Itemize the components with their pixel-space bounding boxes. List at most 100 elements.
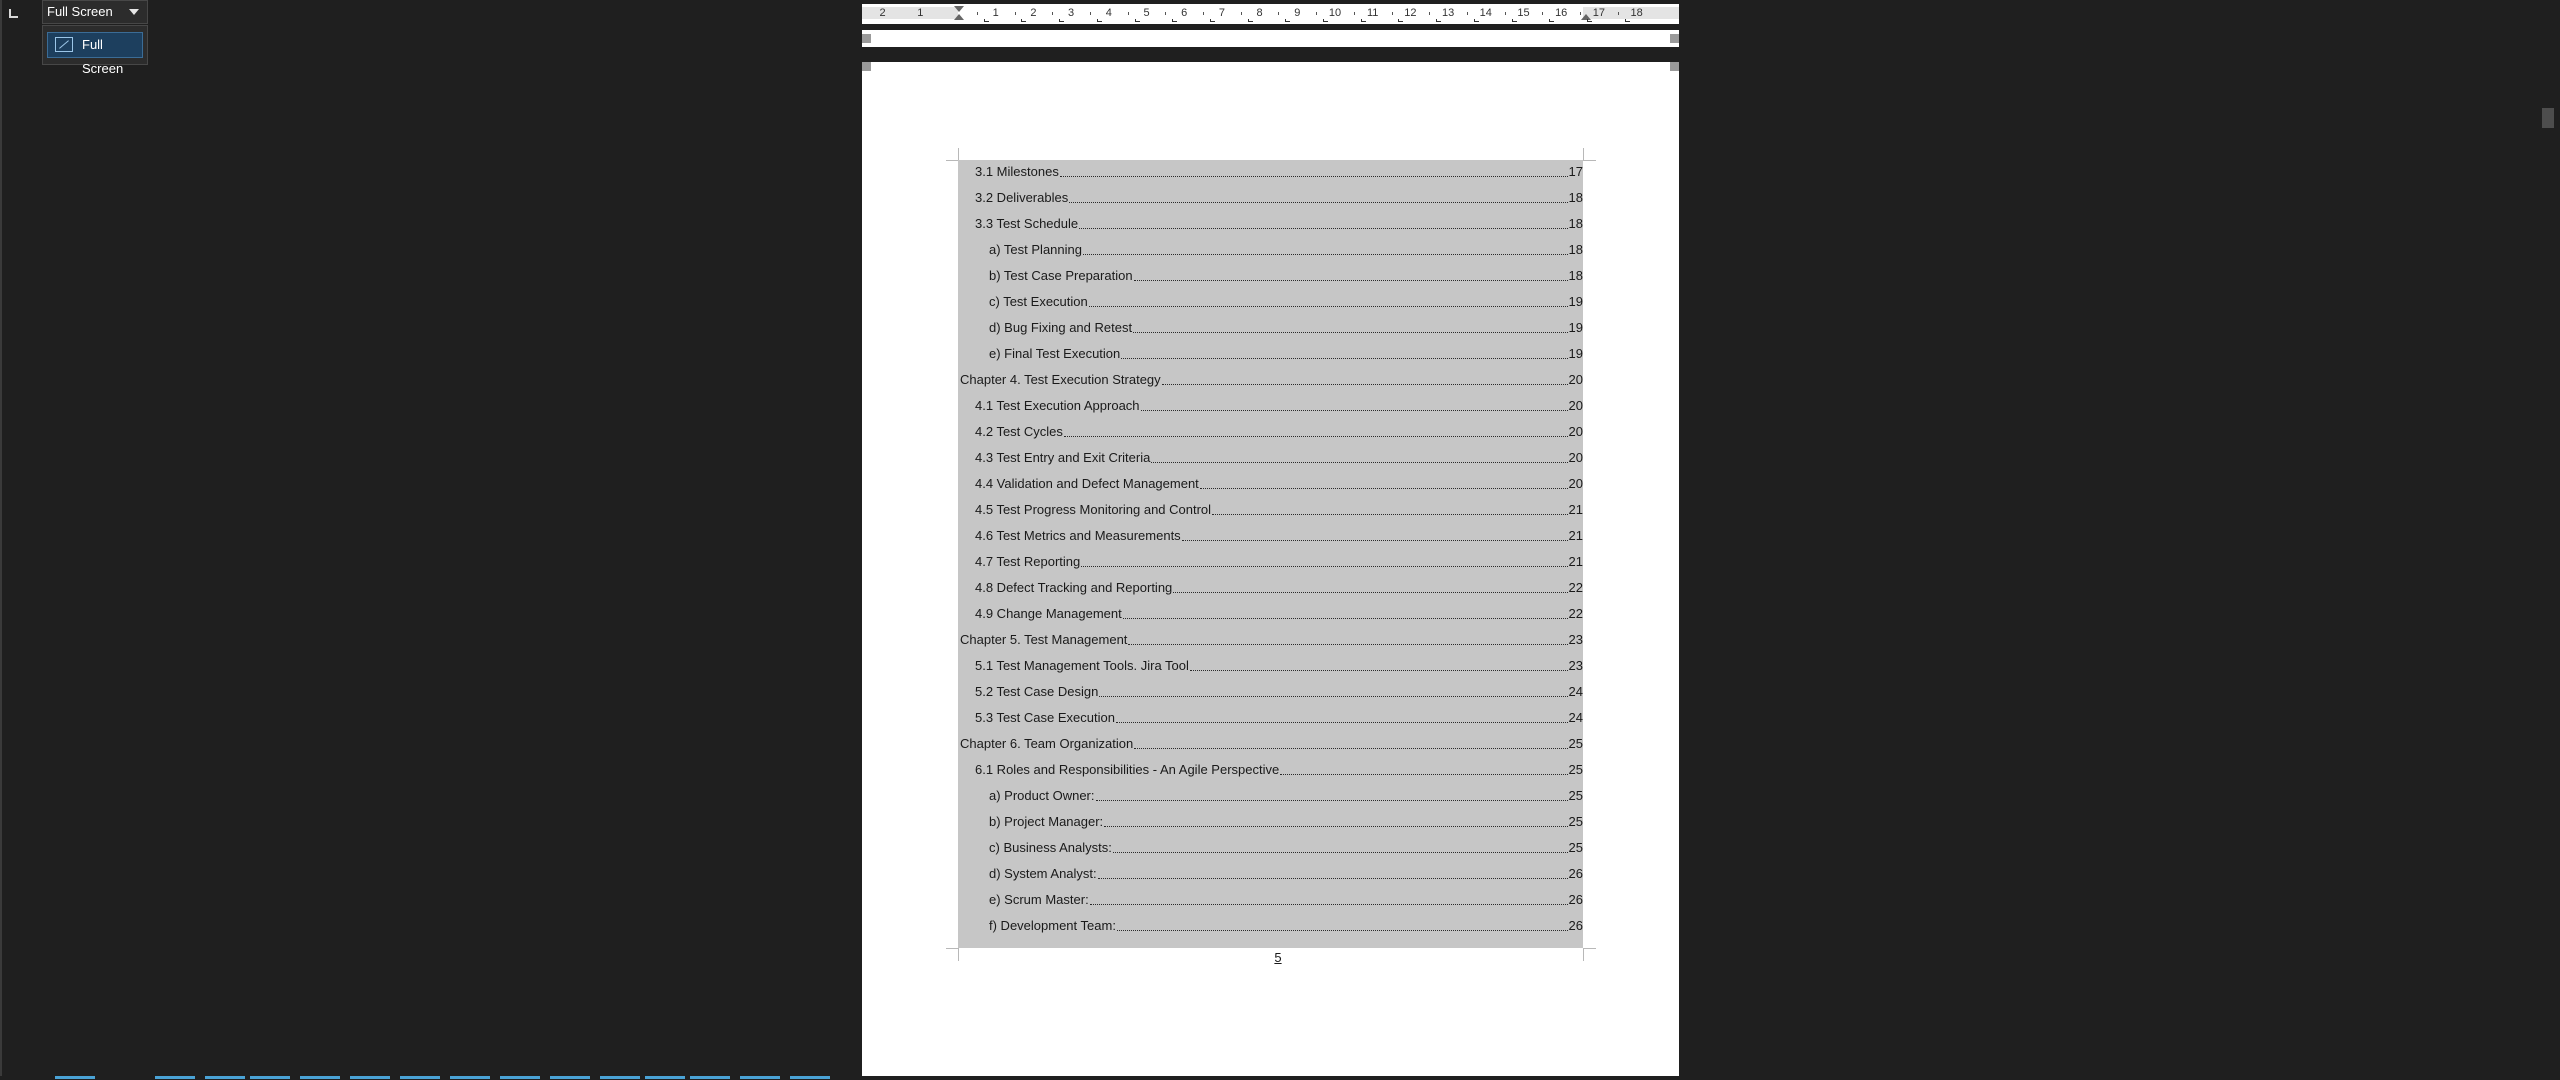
toc-entry[interactable]: 5.3 Test Case Execution 24 [958,706,1583,726]
ruler-tick [1429,12,1431,15]
toc-entry[interactable]: 3.3 Test Schedule 18 [958,212,1583,232]
ruler-tab-stop[interactable] [1059,19,1065,22]
toc-entry[interactable]: e) Scrum Master: 26 [958,888,1583,908]
left-indent-marker[interactable] [954,6,964,20]
ruler-tab-stop[interactable] [1209,19,1215,22]
toc-entry-title: 5.1 Test Management Tools. Jira Tool [975,658,1189,673]
taskbar-segment [155,1076,195,1079]
toc-dot-leader [1089,903,1568,905]
toc-entry[interactable]: b) Test Case Preparation 18 [958,264,1583,284]
ruler-tab-stop[interactable] [1247,19,1253,22]
toc-dot-leader [1059,175,1568,177]
toc-entry[interactable]: 5.1 Test Management Tools. Jira Tool 23 [958,654,1583,674]
toc-entry[interactable]: 4.5 Test Progress Monitoring and Control… [958,498,1583,518]
toc-entry[interactable]: a) Test Planning 18 [958,238,1583,258]
document-page[interactable]: 3.1 Milestones 17 3.2 Deliverables 18 3.3 Te… [862,62,1679,1080]
ruler-tab-stop[interactable] [1436,19,1442,22]
taskbar-segment [600,1076,640,1079]
window-corner-icon[interactable] [9,9,18,18]
scrollbar-thumb[interactable] [2542,108,2554,128]
vertical-scrollbar[interactable] [2538,0,2560,1080]
toc-entry-title: a) Test Planning [989,242,1082,257]
ruler-tab-stop[interactable] [1134,19,1140,22]
view-mode-dropdown[interactable]: Full Screen [42,0,148,24]
toc-entry[interactable]: 3.2 Deliverables 18 [958,186,1583,206]
margin-crop-mark [1583,948,1596,961]
toc-entry[interactable]: 5.2 Test Case Design 24 [958,680,1583,700]
menu-item-full-screen[interactable]: Full Screen [47,32,143,76]
toc-entry-title: 5.3 Test Case Execution [975,710,1115,725]
ruler-tab-stop[interactable] [1172,19,1178,22]
toc-entry[interactable]: 4.7 Test Reporting 21 [958,550,1583,570]
toc-entry[interactable]: c) Business Analysts: 25 [958,836,1583,856]
toc-entry-page: 21 [1568,554,1583,569]
toc-entry-title: 4.1 Test Execution Approach [975,398,1140,413]
ruler-tab-stop[interactable] [1586,19,1592,22]
toc-entry-page: 25 [1568,762,1583,777]
toc-entry[interactable]: c) Test Execution 19 [958,290,1583,310]
table-of-contents[interactable]: 3.1 Milestones 17 3.2 Deliverables 18 3.3 Te… [958,160,1583,948]
toc-entry[interactable]: d) System Analyst: 26 [958,862,1583,882]
caret-down-icon [129,9,139,15]
toc-entry[interactable]: Chapter 6. Team Organization 25 [958,732,1583,752]
toc-dot-leader [1133,279,1568,281]
ruler-tab-stop[interactable] [1398,19,1404,22]
ruler-tab-stop[interactable] [1096,19,1102,22]
toc-entry-title: c) Test Execution [989,294,1088,309]
toc-entry-title: b) Project Manager: [989,814,1104,829]
ruler-tab-stop[interactable] [1473,19,1479,22]
taskbar-segment [55,1076,95,1079]
toc-dot-leader [1140,409,1568,411]
taskbar-strip [0,1076,2560,1080]
ruler-tab-stop[interactable] [1511,19,1517,22]
ruler-tab-stop[interactable] [1624,19,1630,22]
toc-entry[interactable]: 4.3 Test Entry and Exit Criteria 20 [958,446,1583,466]
toc-entry[interactable]: Chapter 5. Test Management 23 [958,628,1583,648]
toc-entry-title: Chapter 5. Test Management [960,632,1128,647]
toc-entry[interactable]: b) Project Manager: 25 [958,810,1583,830]
toc-entry[interactable]: e) Final Test Execution 19 [958,342,1583,362]
toc-dot-leader [1063,435,1568,437]
window-edge [0,0,2,1080]
toc-entry-title: 4.6 Test Metrics and Measurements [975,528,1181,543]
toc-entry[interactable]: 4.6 Test Metrics and Measurements 21 [958,524,1583,544]
toc-entry[interactable]: d) Bug Fixing and Retest 19 [958,316,1583,336]
toc-entry[interactable]: 6.1 Roles and Responsibilities - An Agil… [958,758,1583,778]
toc-entry[interactable]: 3.1 Milestones 17 [958,160,1583,180]
taskbar-segment [250,1076,290,1079]
ruler-tab-stop[interactable] [983,19,989,22]
ruler-tab-stop[interactable] [1021,19,1027,22]
toc-dot-leader [1115,721,1568,723]
toc-entry-page: 18 [1568,216,1583,231]
toc-entry[interactable]: 4.4 Validation and Defect Management 20 [958,472,1583,492]
taskbar-segment [450,1076,490,1079]
ruler-label: 12 [1404,7,1417,19]
ruler-tab-stop[interactable] [1360,19,1366,22]
toc-entry[interactable]: 4.2 Test Cycles 20 [958,420,1583,440]
toc-dot-leader [1122,617,1568,619]
toc-entry-page: 20 [1568,450,1583,465]
margin-crop-mark [946,948,959,961]
toc-dot-leader [1112,851,1568,853]
toc-entry[interactable]: 4.1 Test Execution Approach 20 [958,394,1583,414]
toc-entry[interactable]: Chapter 4. Test Execution Strategy 20 [958,368,1583,388]
toc-entry[interactable]: 4.9 Change Management 22 [958,602,1583,622]
ruler-tick [1466,12,1468,15]
previous-page-bottom [862,30,1679,47]
ruler-tab-stop[interactable] [1549,19,1555,22]
toc-entry[interactable]: f) Development Team: 26 [958,914,1583,934]
toc-dot-leader [1069,201,1568,203]
ruler-label: 13 [1441,7,1455,19]
ruler-tick [1165,12,1167,15]
ruler-tab-stop[interactable] [1323,19,1328,22]
horizontal-ruler[interactable]: 2 1 1 2 3 4 5 6 7 8 9 10 11 12 13 14 15 16 17 18 [862,4,1679,24]
toc-entry-title: 4.8 Defect Tracking and Reporting [975,580,1173,595]
ruler-tab-stop[interactable] [1285,19,1291,22]
toc-entry[interactable]: 4.8 Defect Tracking and Reporting 22 [958,576,1583,596]
ruler-label: 5 [1143,7,1150,19]
toc-entry-page: 26 [1568,892,1583,907]
full-screen-icon [55,37,73,52]
ruler-label: 4 [1105,7,1112,19]
ruler-tick [1542,12,1544,15]
toc-entry[interactable]: a) Product Owner: 25 [958,784,1583,804]
